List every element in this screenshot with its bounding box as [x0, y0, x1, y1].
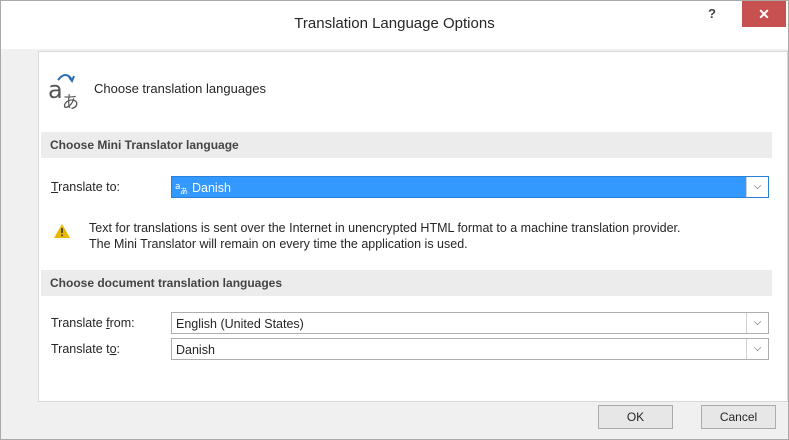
warning-line-1: Text for translations is sent over the I…: [89, 221, 681, 235]
header-text: Choose translation languages: [94, 81, 267, 96]
dialog-window: Translation Language Options ? ✕ a あ Cho…: [0, 0, 789, 440]
dropdown-arrow-icon[interactable]: ⌵: [746, 313, 768, 333]
svg-text:あ: あ: [62, 93, 79, 112]
dialog-content: a あ Choose translation languages Choose …: [38, 51, 788, 402]
warning-icon: [54, 224, 70, 238]
cancel-button[interactable]: Cancel: [701, 405, 776, 429]
title-bar: Translation Language Options ? ✕: [1, 1, 788, 49]
translate-from-label: Translate from:: [51, 316, 135, 330]
svg-text:あ: あ: [180, 187, 188, 194]
mini-translator-section-header: Choose Mini Translator language: [41, 132, 772, 158]
translate-from-select[interactable]: English (United States) ⌵: [171, 312, 769, 334]
document-translation-section-title: Choose document translation languages: [50, 276, 283, 290]
warning-line-2: The Mini Translator will remain on every…: [89, 237, 468, 251]
help-button[interactable]: ?: [699, 3, 725, 25]
svg-text:a: a: [48, 76, 63, 104]
translate-icon: a あ: [48, 74, 79, 112]
dropdown-arrow-icon[interactable]: ⌵: [746, 177, 768, 197]
dialog-title: Translation Language Options: [294, 15, 495, 32]
warning-message: Text for translations is sent over the I…: [89, 220, 779, 252]
mini-translator-section-title: Choose Mini Translator language: [50, 138, 239, 152]
close-button[interactable]: ✕: [742, 1, 786, 27]
translate-to-document-label: Translate to:: [51, 342, 121, 356]
ok-button[interactable]: OK: [598, 405, 673, 429]
translate-to-document-value: Danish: [176, 343, 215, 357]
translate-to-label: Translate to:: [51, 180, 121, 194]
mini-translator-language-value: Danish: [192, 181, 231, 195]
dropdown-arrow-icon[interactable]: ⌵: [746, 339, 768, 359]
translate-to-document-select[interactable]: Danish ⌵: [171, 338, 769, 360]
translate-icon: a あ: [175, 182, 188, 194]
document-translation-section-header: Choose document translation languages: [41, 270, 772, 296]
mini-translator-language-select[interactable]: a あ Danish ⌵: [171, 176, 769, 198]
translate-from-value: English (United States): [176, 317, 304, 331]
